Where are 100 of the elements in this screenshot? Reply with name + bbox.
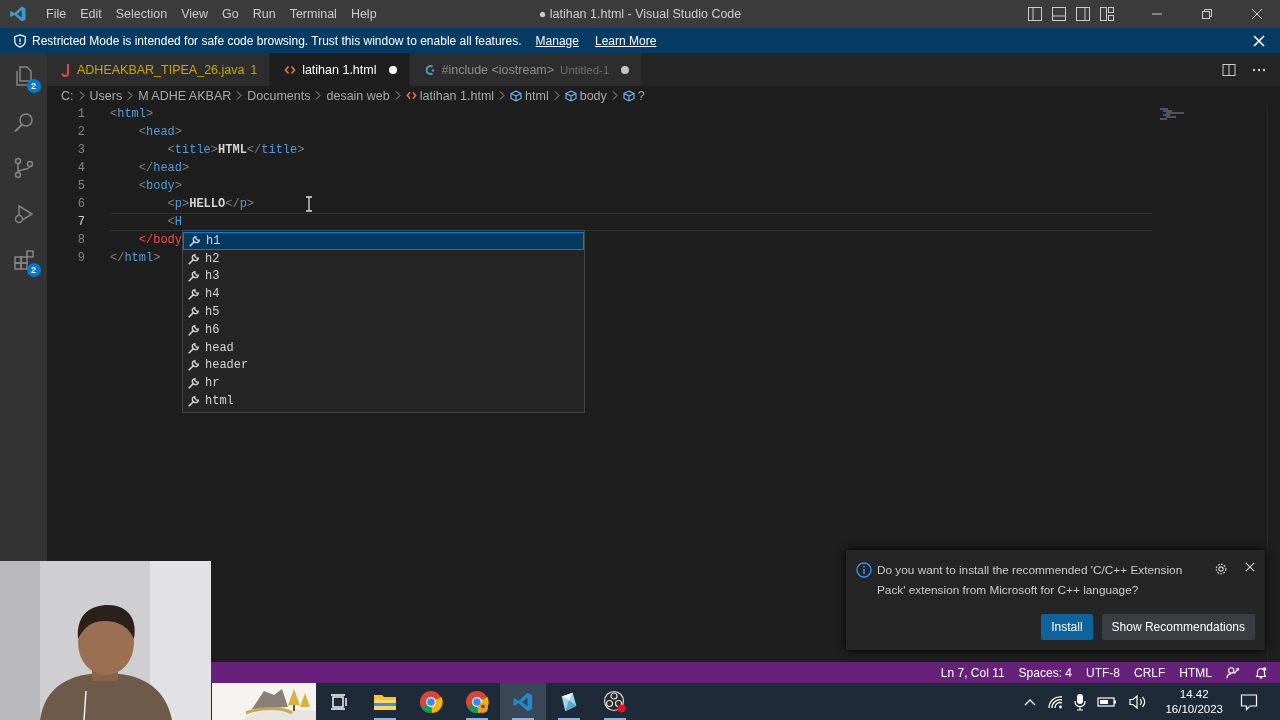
menu-item[interactable]: Run xyxy=(245,7,283,21)
minimap-drawing xyxy=(1158,108,1186,120)
chevron-right-icon xyxy=(553,91,560,100)
panel-toggle-icon[interactable] xyxy=(1051,6,1067,22)
install-button[interactable]: Install xyxy=(1041,614,1093,640)
breadcrumb[interactable]: desain web xyxy=(326,88,390,103)
wrench-icon xyxy=(187,394,201,409)
chevron-up-icon[interactable] xyxy=(1024,697,1037,706)
suggestion-item[interactable]: header xyxy=(183,356,584,375)
breadcrumb[interactable]: body xyxy=(564,88,607,103)
breadcrumb[interactable]: M ADHE AKBAR xyxy=(138,88,232,103)
file-type-icon xyxy=(405,90,417,101)
suggestion-item[interactable]: hr xyxy=(183,374,584,393)
split-editor-icon[interactable] xyxy=(1222,62,1236,77)
suggestion-item[interactable]: h6 xyxy=(183,321,584,339)
chevron-right-icon xyxy=(611,91,618,100)
status-item[interactable]: HTML xyxy=(1179,665,1212,680)
suggestion-item[interactable]: h5 xyxy=(183,303,584,321)
banner-link[interactable]: Manage xyxy=(535,33,579,48)
notifications-icon[interactable] xyxy=(1240,692,1258,711)
editor-tab[interactable]: latihan 1.html xyxy=(270,53,409,86)
editor-tab[interactable]: ADHEAKBAR_TIPEA_26.java 1 xyxy=(47,53,270,86)
banner-link[interactable]: Learn More xyxy=(594,33,657,48)
recommendations-button[interactable]: Show Recommendations xyxy=(1101,614,1255,640)
breadcrumb[interactable]: Users xyxy=(89,88,123,103)
menu-item[interactable]: Edit xyxy=(73,7,109,21)
banner-text: Restricted Mode is intended for safe code browsing. Trust this window to enable all features. xyxy=(32,33,522,48)
editor-tab[interactable]: #include <iostream> Untitled-1 xyxy=(409,53,642,86)
breadcrumb[interactable]: html xyxy=(510,88,549,103)
more-actions-icon[interactable] xyxy=(1252,67,1266,72)
wrench-icon xyxy=(187,340,201,355)
code-line: <p>HELLO</p> xyxy=(166,197,255,211)
settings-icon[interactable] xyxy=(1214,562,1228,576)
browser-icon xyxy=(419,689,443,714)
text-cursor-icon xyxy=(305,196,313,212)
status-item[interactable]: Ln 7, Col 11 xyxy=(940,665,1005,680)
code-line: </html> xyxy=(110,251,161,265)
extensions-icon[interactable] xyxy=(11,248,36,272)
menu-item[interactable]: Selection xyxy=(108,7,175,21)
chevron-right-icon xyxy=(315,91,322,100)
file-type-icon xyxy=(284,63,297,76)
tab-description: Untitled-1 xyxy=(560,63,610,76)
code-line: </body xyxy=(137,233,182,247)
editor-app-icon xyxy=(512,690,534,713)
chevron-right-icon xyxy=(78,91,85,100)
breadcrumb[interactable]: Documents xyxy=(247,88,311,103)
close-icon[interactable] xyxy=(1245,562,1255,572)
feedback-icon[interactable] xyxy=(1226,665,1240,680)
app-logo-icon xyxy=(9,5,27,23)
battery-icon[interactable] xyxy=(1097,695,1118,708)
chevron-right-icon xyxy=(236,91,243,100)
chevron-right-icon xyxy=(127,91,134,100)
code-line: <html> xyxy=(110,107,154,121)
restore-icon[interactable] xyxy=(1201,8,1213,20)
info-icon xyxy=(856,562,872,578)
shield-icon xyxy=(13,33,27,48)
suggestion-item[interactable]: h1 xyxy=(183,232,584,250)
window-title: ● latihan 1.html - Visual Studio Code xyxy=(538,7,742,21)
menu-item[interactable]: Terminal xyxy=(282,7,344,21)
chevron-right-icon xyxy=(499,91,506,100)
close-icon[interactable] xyxy=(1251,8,1263,20)
status-item[interactable]: UTF-8 xyxy=(1086,665,1120,680)
taskbar-app[interactable] xyxy=(500,683,546,720)
task-view-icon xyxy=(329,691,349,712)
wrench-icon xyxy=(187,322,201,337)
file-type-icon xyxy=(423,63,436,76)
wrench-icon xyxy=(187,269,201,284)
secondary-sidebar-icon[interactable] xyxy=(1075,6,1091,22)
menu-item[interactable]: File xyxy=(39,7,74,21)
menu-item[interactable]: Go xyxy=(215,7,246,21)
status-item[interactable]: Spaces: 4 xyxy=(1018,665,1072,680)
bell-icon[interactable] xyxy=(1254,665,1268,680)
menu-item[interactable]: View xyxy=(174,7,215,21)
clock-time: 14.42 xyxy=(1179,686,1209,702)
wrench-icon xyxy=(187,251,201,266)
line-number: 9 xyxy=(76,251,85,265)
notification-message: Do you want to install the recommended 'C/C++ Extension Pack' extension from Microsoft for C++ language? xyxy=(877,562,1184,599)
status-item[interactable]: CRLF xyxy=(1134,665,1166,680)
cube-icon xyxy=(564,89,577,102)
suggestion-item[interactable]: h2 xyxy=(183,249,584,268)
microphone-icon[interactable] xyxy=(1074,692,1087,711)
browser-icon xyxy=(465,689,489,714)
clock-date: 16/10/2023 xyxy=(1165,701,1223,717)
wifi-icon[interactable] xyxy=(1047,694,1064,709)
wrench-icon xyxy=(187,376,201,391)
sidebar-toggle-icon[interactable] xyxy=(1027,6,1043,22)
layout-icon[interactable] xyxy=(1099,6,1115,22)
breadcrumb[interactable]: latihan 1.html xyxy=(405,88,495,103)
suggestion-item[interactable]: html xyxy=(183,392,584,410)
line-number: 7 xyxy=(76,215,85,229)
suggestion-item[interactable]: head xyxy=(183,338,584,357)
suggestion-item[interactable]: h4 xyxy=(183,285,584,304)
suggestion-item[interactable]: h3 xyxy=(183,267,584,286)
breadcrumb[interactable]: C: xyxy=(61,88,74,103)
line-number: 6 xyxy=(76,197,85,211)
breadcrumb[interactable]: ? xyxy=(622,88,645,103)
wrench-icon xyxy=(188,233,202,248)
recorder-icon xyxy=(603,689,627,714)
menu-item[interactable]: Help xyxy=(343,7,384,21)
code-line: </head> xyxy=(137,161,190,175)
